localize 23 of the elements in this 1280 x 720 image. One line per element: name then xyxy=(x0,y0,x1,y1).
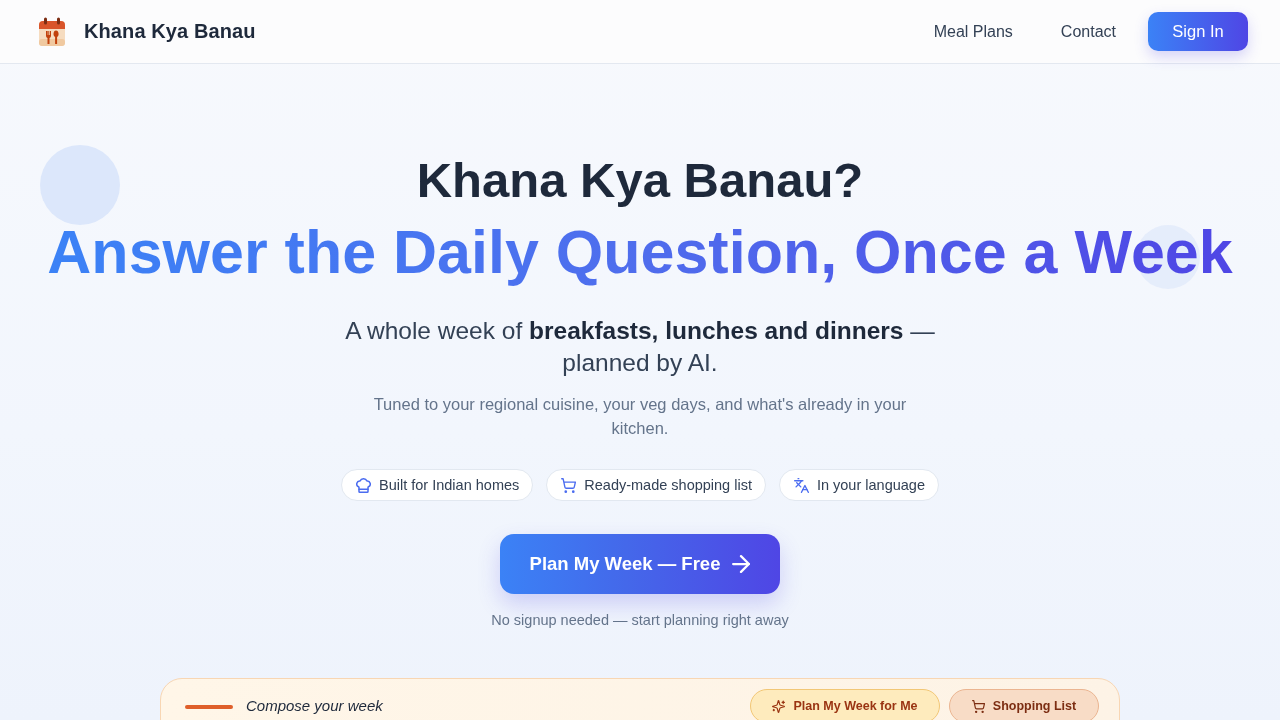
cart-icon xyxy=(971,699,985,713)
hero-subtitle: A whole week of breakfasts, lunches and dinners — planned by AI. xyxy=(344,316,936,378)
feature-label: Ready-made shopping list xyxy=(584,477,752,493)
composer-title: Compose your week xyxy=(246,697,383,714)
shopping-list-button[interactable]: Shopping List xyxy=(949,689,1099,720)
translate-icon xyxy=(793,477,809,493)
sparkles-icon xyxy=(772,699,786,713)
cart-icon xyxy=(561,477,577,493)
nav-link[interactable]: Meal Plans xyxy=(933,22,1013,41)
calendar-cutlery-icon xyxy=(38,16,66,47)
nav-link[interactable]: Contact xyxy=(1060,22,1116,41)
hero-description: Tuned to your regional cuisine, your veg days, and what's already in your kitchen. xyxy=(372,394,908,439)
plan-week-button[interactable]: Plan My Week — Free xyxy=(500,534,780,594)
sign-in-button[interactable]: Sign In xyxy=(1148,12,1248,51)
feature-label: In your language xyxy=(816,477,925,493)
hero-title: Khana Kya Banau? xyxy=(416,152,864,209)
accent-line-icon xyxy=(185,705,233,709)
brand-name: Khana Kya Banau xyxy=(84,20,256,43)
chef-hat-icon xyxy=(356,477,372,493)
cta-note: No signup needed — start planning right away xyxy=(491,611,789,630)
feature-label: Built for Indian homes xyxy=(379,477,520,493)
plan-for-me-button[interactable]: Plan My Week for Me xyxy=(750,689,940,720)
arrow-right-icon xyxy=(732,555,751,573)
